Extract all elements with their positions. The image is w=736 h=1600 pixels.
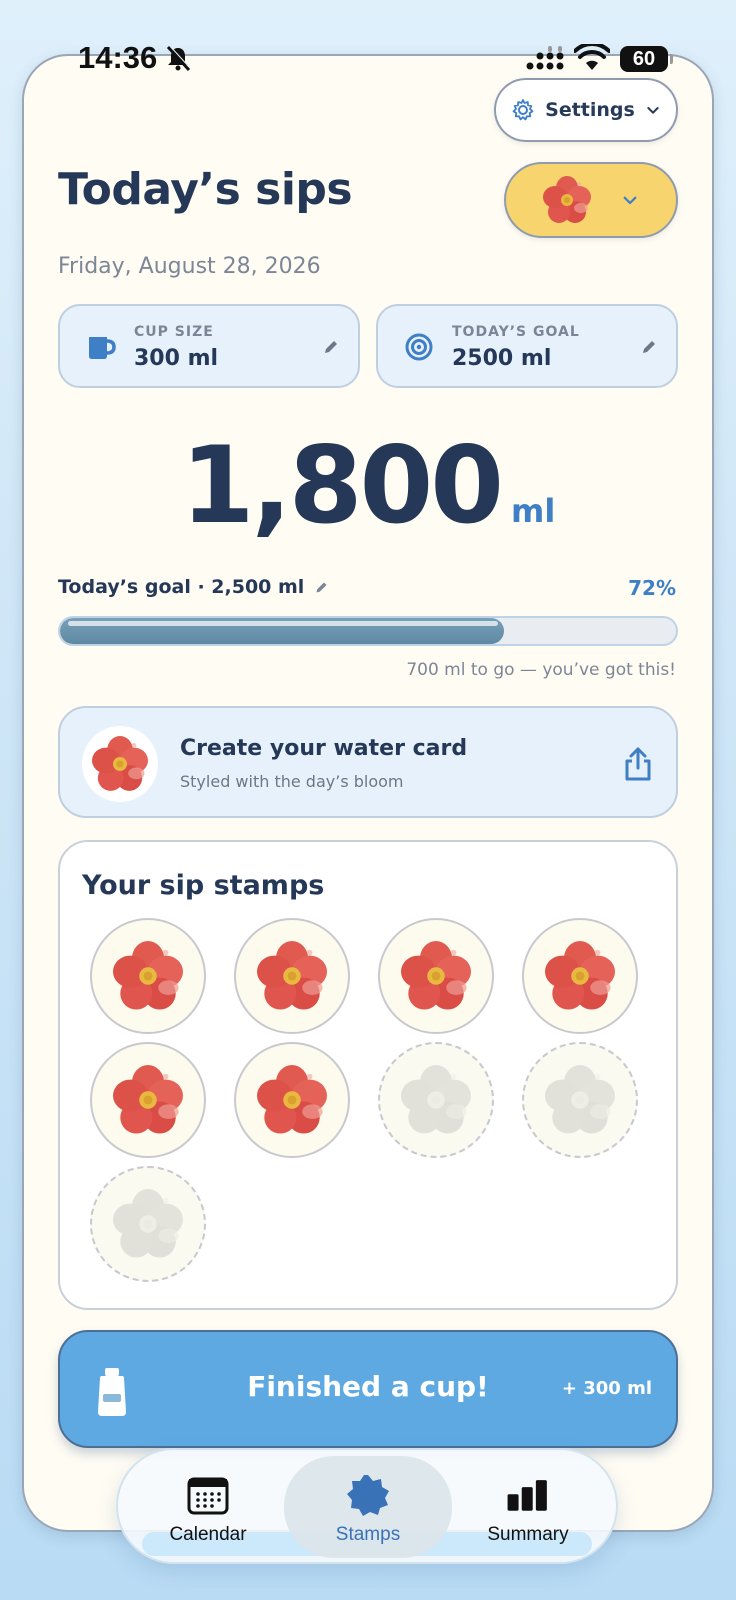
settings-label: Settings [545,99,635,121]
progress-percent: 72% [628,576,676,600]
flower-icon [257,1065,327,1134]
create-water-card-button[interactable]: Create your water card Styled with the d… [58,706,678,818]
bell-slash-icon [166,45,192,72]
tab-summary-label: Summary [487,1524,569,1545]
battery-level: 60 [632,47,656,70]
flower-icon [543,176,591,223]
stamp-empty [522,1042,638,1158]
chevron-down-icon [623,196,637,205]
finished-cup-button[interactable]: Finished a cup! + 300 ml [58,1330,678,1448]
progress-bar [58,616,678,646]
wifi-icon [574,44,610,70]
tab-stamps-label: Stamps [335,1524,401,1545]
tab-summary[interactable]: Summary [444,1456,612,1558]
goal-label: TODAY’S GOAL [452,324,580,340]
tab-stamps[interactable]: Stamps [284,1456,452,1558]
battery-icon: 60 [620,46,673,72]
flower-picker-button[interactable] [504,162,678,238]
stamp-empty [378,1042,494,1158]
progress-fill [60,618,504,644]
stamp-badge-icon [347,1475,389,1516]
cup-size-chip[interactable]: CUP SIZE 300 ml [58,304,360,388]
daily-goal-chip[interactable]: TODAY’S GOAL 2500 ml [376,304,678,388]
water-card-subtitle: Styled with the day’s bloom [180,772,404,791]
finished-cup-amount: + 300 ml [561,1378,652,1399]
pencil-icon [316,582,327,592]
stamps-title: Your sip stamps [82,870,325,901]
tab-calendar-label: Calendar [169,1524,247,1545]
stamp-filled [90,1042,206,1158]
flower-icon [257,941,327,1010]
status-time: 14:36 [78,40,158,75]
bloom-avatar [82,726,158,802]
total-unit: ml [510,492,556,530]
settings-button[interactable]: Settings [494,78,678,142]
sip-stamps-panel: Your sip stamps [58,840,678,1310]
progress-goal-text: Today’s goal · 2,500 ml [58,576,305,598]
stamp-filled [234,1042,350,1158]
mug-icon [89,337,116,359]
page-title: Today’s sips [58,164,353,215]
bottom-tab-bar: Calendar Stamps Summary [116,1448,618,1564]
flower-icon [401,1065,471,1134]
flower-icon [545,1065,615,1134]
pencil-icon [643,341,655,353]
flower-icon [113,941,183,1010]
cup-size-label: CUP SIZE [134,324,214,340]
stamp-empty [90,1166,206,1282]
goal-value: 2500 ml [452,346,552,371]
tab-calendar[interactable]: Calendar [124,1456,292,1558]
stamp-filled [234,918,350,1034]
page-date: Friday, August 28, 2026 [58,254,321,279]
signal-icon [526,46,564,70]
target-icon [405,333,433,361]
share-icon[interactable] [622,746,654,782]
total-number: 1,800 [180,424,504,547]
flower-icon [92,736,148,791]
water-card-title: Create your water card [180,736,468,761]
flower-icon [401,941,471,1010]
bar-chart-icon [507,1480,547,1511]
stamp-filled [522,918,638,1034]
stamp-filled [90,918,206,1034]
gear-icon [512,99,534,121]
remaining-text: 700 ml to go — you’ve got this! [406,660,676,680]
progress-goal-label[interactable]: Today’s goal · 2,500 ml [58,576,329,598]
calendar-icon [187,1477,229,1515]
cup-size-value: 300 ml [134,346,219,371]
stamp-filled [378,918,494,1034]
flower-icon [113,1189,183,1258]
total-intake: 1,800 ml [0,424,736,547]
pencil-icon [325,341,337,353]
flower-icon [113,1065,183,1134]
flower-icon [545,941,615,1010]
chevron-down-icon [647,107,659,114]
